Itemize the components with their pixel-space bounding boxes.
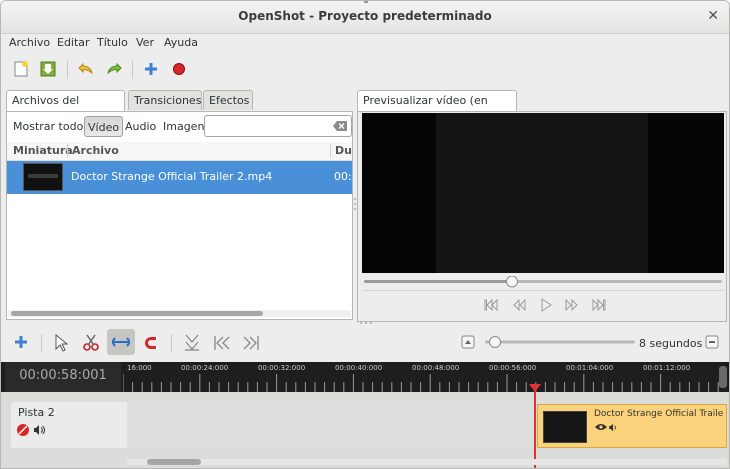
menu-editar[interactable]: Editar xyxy=(57,36,90,49)
timeline: 00:00:58:001 16:000 00:00:24:000 00:00:3… xyxy=(1,362,729,468)
tab-archivos-del-proyecto[interactable]: Archivos del proyecto xyxy=(6,90,125,127)
track-name: Pista 2 xyxy=(18,406,55,419)
rewind-icon[interactable] xyxy=(512,299,526,311)
search-input[interactable] xyxy=(204,115,352,137)
undo-icon[interactable] xyxy=(77,60,95,78)
clip-audio-icon[interactable] xyxy=(608,423,618,432)
menu-titulo[interactable]: Título xyxy=(97,36,128,49)
column-duracion[interactable]: Du xyxy=(335,144,352,157)
project-files-panel: Archivos del proyecto Transiciones Efect… xyxy=(6,90,353,320)
tab-preview[interactable]: Previsualizar vídeo (en pausa) xyxy=(357,90,517,127)
zoom-slider[interactable] xyxy=(485,336,635,348)
preview-body xyxy=(357,111,727,322)
save-project-icon[interactable] xyxy=(39,60,57,78)
toolbar-separator xyxy=(41,334,42,352)
snapping-icon xyxy=(112,337,130,347)
files-table-header: Miniatura Archivo Du xyxy=(7,142,352,161)
previous-marker-icon[interactable] xyxy=(213,334,231,352)
toolbar-separator xyxy=(132,61,133,79)
timeline-header: 00:00:58:001 16:000 00:00:24:000 00:00:3… xyxy=(1,362,729,392)
zoom-out-icon[interactable] xyxy=(705,335,719,349)
file-thumbnail xyxy=(23,163,63,191)
center-timeline-icon[interactable] xyxy=(461,335,475,349)
ruler-label: 00:00:32:000 xyxy=(258,364,306,372)
clip-thumbnail xyxy=(543,411,587,443)
menu-bar: Archivo Editar Título Ver Ayuda xyxy=(1,34,729,54)
ruler-label: 00:00:24:000 xyxy=(181,364,229,372)
razor-scissors-icon[interactable] xyxy=(83,334,99,352)
toolbar-separator xyxy=(67,61,68,79)
column-miniatura[interactable]: Miniatura xyxy=(13,144,73,157)
track-label[interactable]: Pista 2 xyxy=(11,402,127,448)
window-title: OpenShot - Proyecto predeterminado xyxy=(238,9,492,23)
new-project-icon[interactable] xyxy=(12,60,30,78)
add-track-icon[interactable] xyxy=(14,335,28,349)
timeline-horizontal-scrollbar[interactable] xyxy=(127,456,727,468)
filter-image-button[interactable]: Imagen xyxy=(160,116,207,137)
ruler-label: 00:01:04:000 xyxy=(566,364,614,372)
filter-show-all-button[interactable]: Mostrar todo xyxy=(10,116,86,137)
preview-panel: Previsualizar vídeo (en pausa) xyxy=(357,90,727,322)
file-row[interactable]: Doctor Strange Official Trailer 2.mp4 00… xyxy=(7,161,352,194)
skip-end-icon[interactable] xyxy=(592,299,606,311)
tab-efectos[interactable]: Efectos xyxy=(203,90,253,110)
clear-search-icon[interactable] xyxy=(333,121,347,131)
preview-seek-slider[interactable] xyxy=(364,276,722,288)
snapping-toggle[interactable] xyxy=(107,329,135,355)
ruler-label: 00:01:12:000 xyxy=(643,364,691,372)
import-files-icon[interactable] xyxy=(142,60,160,78)
toolbar-separator xyxy=(171,334,172,352)
track-lane[interactable] xyxy=(127,402,537,448)
file-duration: 00: xyxy=(334,170,352,183)
filter-audio-button[interactable]: Audio xyxy=(122,116,159,137)
add-marker-icon[interactable] xyxy=(183,334,201,352)
app-window: OpenShot - Proyecto predeterminado ✕ Arc… xyxy=(0,0,730,469)
column-archivo[interactable]: Archivo xyxy=(72,144,119,157)
ruler-label: 00:00:40:000 xyxy=(335,364,383,372)
select-pointer-icon[interactable] xyxy=(54,334,68,352)
track-visibility-off-icon[interactable] xyxy=(16,423,30,437)
timeline-toolbar: 8 segundos xyxy=(1,328,729,358)
filter-video-button[interactable]: Vídeo xyxy=(84,116,124,137)
skip-start-icon[interactable] xyxy=(484,299,498,311)
magnet-icon[interactable] xyxy=(144,335,160,351)
file-name: Doctor Strange Official Trailer 2.mp4 xyxy=(71,170,273,183)
next-marker-icon[interactable] xyxy=(242,334,260,352)
fast-forward-icon[interactable] xyxy=(565,299,579,311)
main-toolbar xyxy=(1,56,729,84)
video-clip[interactable]: Doctor Strange Official Trailer 2.mp4 xyxy=(537,404,727,448)
video-preview[interactable] xyxy=(362,113,724,273)
playback-controls xyxy=(362,290,724,321)
video-frame xyxy=(436,113,648,273)
menu-archivo[interactable]: Archivo xyxy=(9,36,50,49)
ruler-label: 00:00:48:000 xyxy=(412,364,460,372)
track-pista-2: Pista 2 Doctor Strange Official Trailer … xyxy=(11,402,727,448)
play-icon[interactable] xyxy=(540,298,552,312)
column-divider xyxy=(67,144,68,158)
files-horizontal-scrollbar[interactable] xyxy=(8,309,351,318)
timeline-ruler[interactable]: 16:000 00:00:24:000 00:00:32:000 00:00:4… xyxy=(123,362,727,392)
ruler-scroll-indicator xyxy=(719,366,727,388)
close-icon[interactable]: ✕ xyxy=(707,8,719,24)
menu-ver[interactable]: Ver xyxy=(136,36,154,49)
export-video-icon[interactable] xyxy=(170,60,188,78)
redo-icon[interactable] xyxy=(105,60,123,78)
drag-handle-icon xyxy=(364,1,368,3)
column-divider xyxy=(330,144,331,158)
tab-transiciones[interactable]: Transiciones xyxy=(128,90,202,110)
zoom-label: 8 segundos xyxy=(639,337,703,350)
clip-title: Doctor Strange Official Trailer 2.mp4 xyxy=(594,409,724,419)
track-audio-icon[interactable] xyxy=(33,424,45,436)
clip-visibility-icon[interactable] xyxy=(595,423,607,431)
project-files-body: Mostrar todo Vídeo Audio Imagen Miniatur… xyxy=(6,111,353,320)
current-time: 00:00:58:001 xyxy=(5,362,121,392)
title-bar[interactable]: OpenShot - Proyecto predeterminado ✕ xyxy=(1,1,729,34)
menu-ayuda[interactable]: Ayuda xyxy=(164,36,198,49)
ruler-label: 16:000 xyxy=(127,364,152,372)
ruler-label: 00:00:56:000 xyxy=(489,364,537,372)
